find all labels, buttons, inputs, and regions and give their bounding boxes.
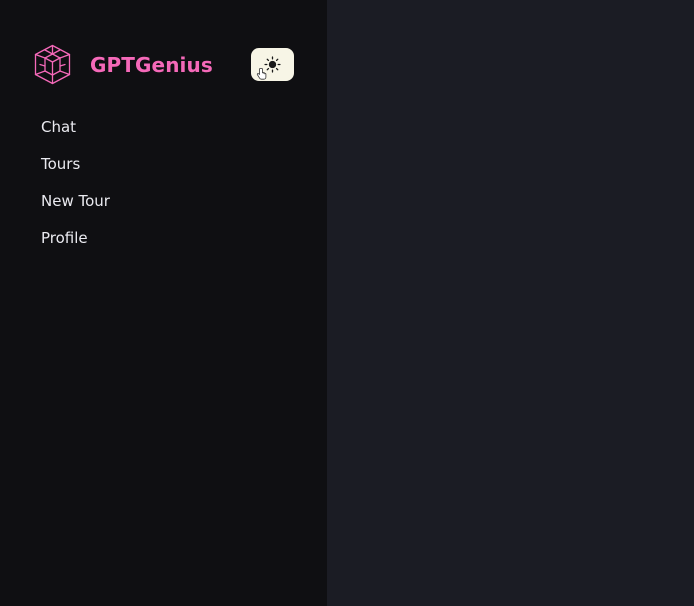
- brand: GPTGenius: [31, 44, 213, 85]
- app-window: GPTGenius Chat Tours New Tour Profile: [0, 0, 694, 606]
- sidebar-nav: Chat Tours New Tour Profile: [28, 109, 123, 257]
- hexagon-cube-logo-icon: [34, 44, 71, 85]
- sidebar-item-profile[interactable]: Profile: [28, 220, 123, 257]
- sidebar-item-tours[interactable]: Tours: [28, 146, 123, 183]
- sidebar-item-new-tour[interactable]: New Tour: [28, 183, 123, 220]
- sidebar: GPTGenius Chat Tours New Tour Profile: [0, 0, 327, 606]
- sidebar-item-chat[interactable]: Chat: [28, 109, 123, 146]
- main-content: [327, 0, 694, 606]
- theme-toggle-button[interactable]: [251, 48, 294, 81]
- brand-name[interactable]: GPTGenius: [90, 53, 213, 77]
- hand-cursor-icon: [256, 68, 267, 80]
